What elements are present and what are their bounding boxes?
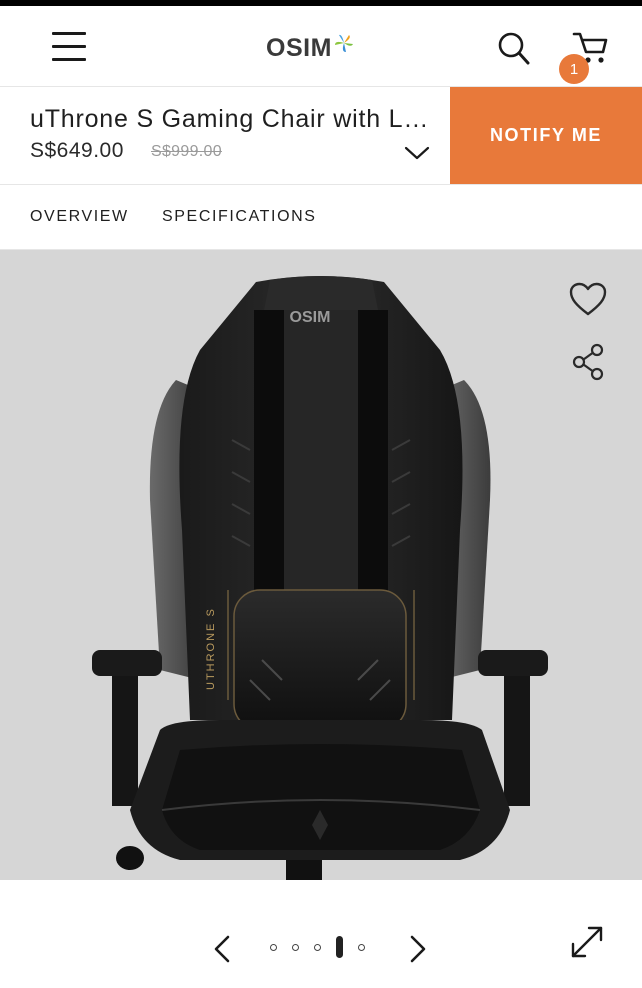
chevron-left-icon[interactable] xyxy=(210,934,236,964)
slide-dot[interactable] xyxy=(292,943,299,951)
section-tabs: OVERVIEW SPECIFICATIONS xyxy=(0,185,642,250)
expand-icon[interactable] xyxy=(567,922,607,962)
logo-text: OSIM xyxy=(266,33,332,62)
logo-flower-icon xyxy=(334,34,353,52)
slide-dot[interactable] xyxy=(358,943,365,951)
heart-icon[interactable] xyxy=(568,281,608,319)
slide-dot[interactable] xyxy=(270,943,277,951)
gaming-chair-image: OSIM UTHRONE S xyxy=(92,276,548,880)
chair-side-text: UTHRONE S xyxy=(205,607,217,690)
search-icon[interactable] xyxy=(496,30,530,66)
product-name: uThrone S Gaming Chair with Lumbar Suppo… xyxy=(30,105,430,133)
chair-logo-text: OSIM xyxy=(290,309,331,326)
site-header: OSIM 1 xyxy=(0,6,642,87)
product-gallery: OSIM UTHRONE S xyxy=(0,250,642,880)
chevron-right-icon[interactable] xyxy=(404,934,430,964)
tab-overview[interactable]: OVERVIEW xyxy=(30,208,129,226)
gallery-controls xyxy=(0,880,642,988)
menu-icon[interactable] xyxy=(52,32,86,62)
share-icon[interactable] xyxy=(571,343,607,381)
cart-count-badge: 1 xyxy=(559,54,589,84)
slide-dot-active[interactable] xyxy=(336,936,343,958)
notify-me-button[interactable]: NOTIFY ME xyxy=(450,87,642,184)
chevron-down-icon[interactable] xyxy=(404,145,430,161)
tab-specifications[interactable]: SPECIFICATIONS xyxy=(162,208,317,226)
original-price: S$999.00 xyxy=(151,143,222,160)
product-summary-bar: uThrone S Gaming Chair with Lumbar Suppo… xyxy=(0,87,642,185)
slide-dot[interactable] xyxy=(314,943,321,951)
osim-logo[interactable]: OSIM xyxy=(266,32,355,64)
slide-indicator xyxy=(270,936,380,958)
current-price: S$649.00 xyxy=(30,139,124,162)
